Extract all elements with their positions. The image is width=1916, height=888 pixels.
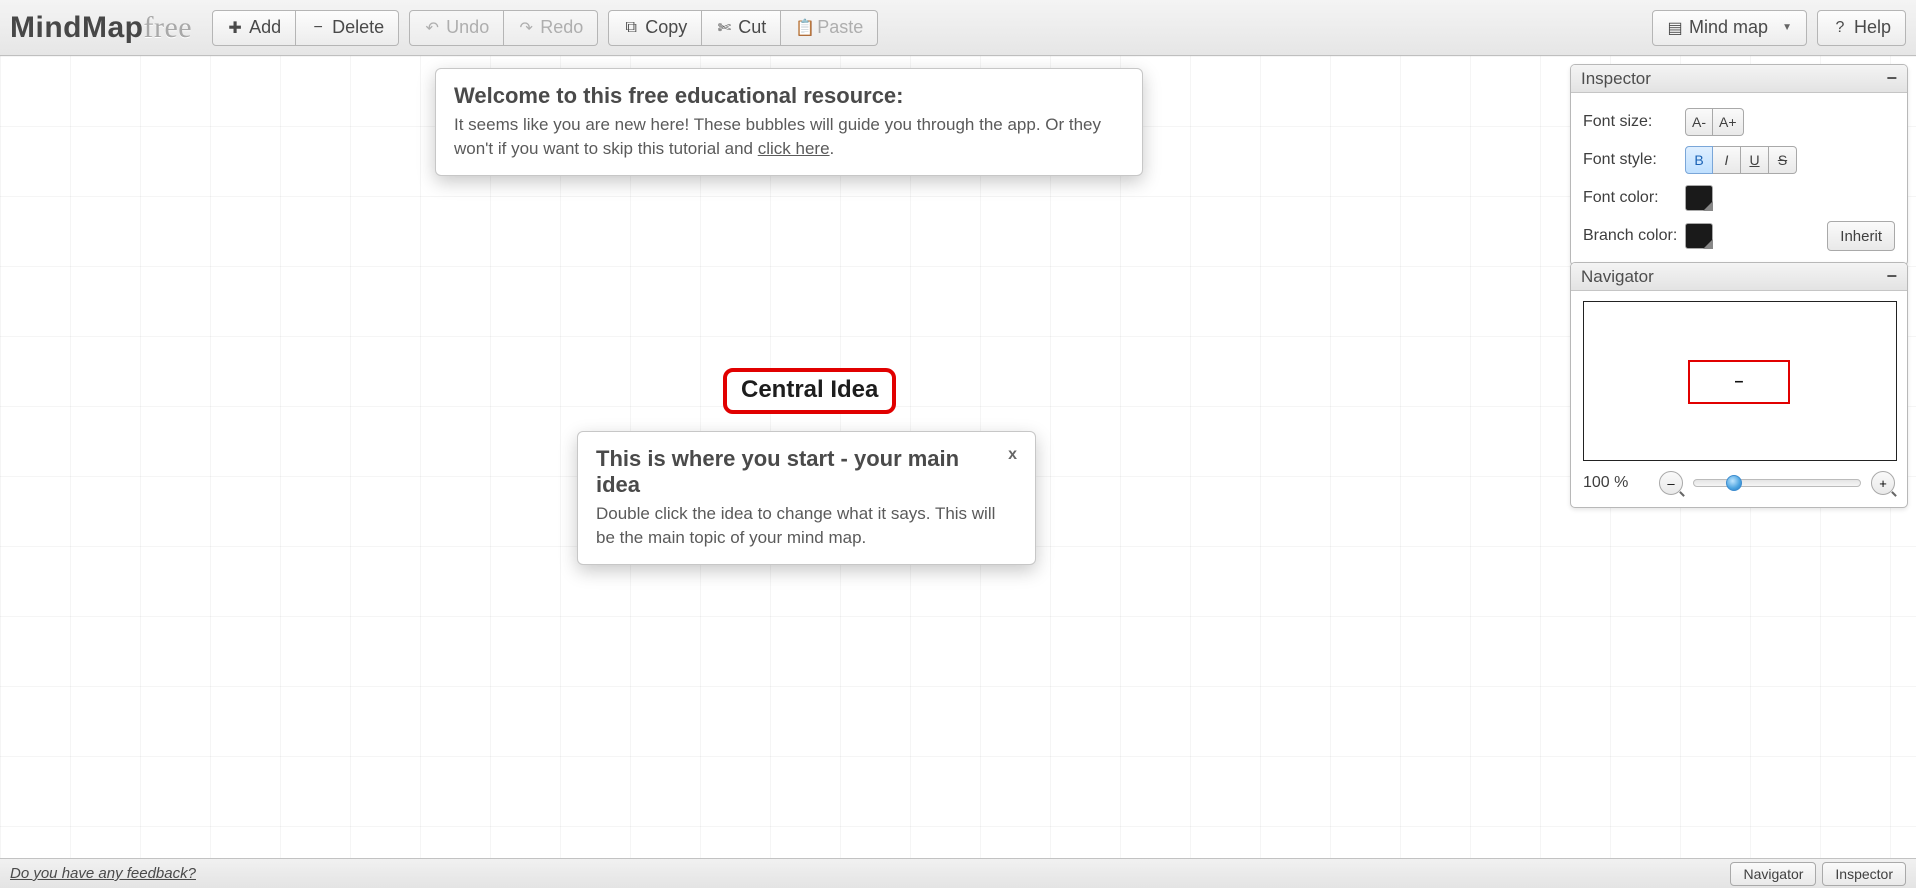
strike-button[interactable]: S	[1769, 146, 1797, 174]
caret-down-icon: ▼	[1782, 22, 1792, 33]
undo-icon: ↶	[424, 18, 440, 38]
zoom-in-button[interactable]: +	[1871, 471, 1895, 495]
plus-icon: ✚	[227, 18, 243, 38]
app-logo: MindMapfree	[10, 11, 192, 45]
cut-button[interactable]: ✄ Cut	[702, 10, 781, 46]
collapse-icon[interactable]: −	[1886, 266, 1897, 287]
mindmap-label: Mind map	[1689, 17, 1768, 38]
help-icon: ?	[1832, 19, 1848, 37]
skip-tutorial-link[interactable]: click here	[758, 139, 830, 158]
footer-inspector-button[interactable]: Inspector	[1822, 862, 1906, 886]
collapse-icon[interactable]: −	[1886, 68, 1897, 89]
cut-icon: ✄	[716, 18, 732, 38]
font-style-label: Font style:	[1583, 151, 1685, 169]
start-body: Double click the idea to change what it …	[596, 502, 1017, 550]
paste-icon: 📋	[795, 18, 811, 38]
close-icon[interactable]: x	[996, 446, 1017, 464]
help-button[interactable]: ? Help	[1817, 10, 1906, 46]
zoom-out-icon: –	[1667, 476, 1674, 491]
feedback-link[interactable]: Do you have any feedback?	[10, 865, 196, 882]
navigator-panel: Navigator − 100 % – +	[1570, 262, 1908, 508]
footer: Do you have any feedback? Navigator Insp…	[0, 858, 1916, 888]
delete-button[interactable]: − Delete	[296, 10, 399, 46]
navigator-header[interactable]: Navigator −	[1571, 263, 1907, 291]
branch-color-swatch[interactable]	[1685, 223, 1713, 249]
navigator-overview[interactable]	[1583, 301, 1897, 461]
font-size-increase-button[interactable]: A+	[1713, 108, 1744, 136]
welcome-body: It seems like you are new here! These bu…	[454, 113, 1124, 161]
italic-button[interactable]: I	[1713, 146, 1741, 174]
inspector-title: Inspector	[1581, 69, 1651, 89]
zoom-in-icon: +	[1879, 476, 1887, 491]
footer-navigator-button[interactable]: Navigator	[1730, 862, 1816, 886]
welcome-bubble: Welcome to this free educational resourc…	[435, 68, 1143, 176]
welcome-title: Welcome to this free educational resourc…	[454, 83, 1124, 109]
inherit-button[interactable]: Inherit	[1827, 221, 1895, 251]
central-idea-label: Central Idea	[741, 376, 878, 403]
bold-button[interactable]: B	[1685, 146, 1713, 174]
central-idea-node[interactable]: Central Idea	[723, 368, 896, 414]
zoom-out-button[interactable]: –	[1659, 471, 1683, 495]
zoom-percentage: 100 %	[1583, 474, 1649, 492]
zoom-slider-thumb[interactable]	[1726, 475, 1742, 491]
minus-icon: −	[310, 19, 326, 37]
start-title: This is where you start - your main idea	[596, 446, 996, 498]
redo-label: Redo	[540, 17, 583, 38]
undo-label: Undo	[446, 17, 489, 38]
font-size-label: Font size:	[1583, 113, 1685, 131]
copy-icon: ⧉	[623, 19, 639, 37]
redo-icon: ↷	[518, 18, 534, 38]
add-label: Add	[249, 17, 281, 38]
cut-label: Cut	[738, 17, 766, 38]
help-label: Help	[1854, 17, 1891, 38]
navigator-viewport[interactable]	[1688, 360, 1790, 404]
inspector-panel: Inspector − Font size: A- A+ Font style:…	[1570, 64, 1908, 266]
add-button[interactable]: ✚ Add	[212, 10, 296, 46]
zoom-slider[interactable]	[1693, 479, 1861, 487]
font-color-label: Font color:	[1583, 189, 1685, 207]
toolbar: MindMapfree ✚ Add − Delete ↶ Undo ↷ Redo…	[0, 0, 1916, 56]
branch-color-label: Branch color:	[1583, 227, 1685, 245]
start-bubble: This is where you start - your main idea…	[577, 431, 1036, 565]
mindmap-menu-button[interactable]: ▤ Mind map ▼	[1652, 10, 1807, 46]
copy-button[interactable]: ⧉ Copy	[608, 10, 702, 46]
redo-button[interactable]: ↷ Redo	[504, 10, 598, 46]
undo-button[interactable]: ↶ Undo	[409, 10, 504, 46]
document-icon: ▤	[1667, 18, 1683, 38]
navigator-title: Navigator	[1581, 267, 1654, 287]
paste-label: Paste	[817, 17, 863, 38]
font-color-swatch[interactable]	[1685, 185, 1713, 211]
copy-label: Copy	[645, 17, 687, 38]
logo-free: free	[143, 11, 192, 44]
font-size-decrease-button[interactable]: A-	[1685, 108, 1713, 136]
paste-button[interactable]: 📋 Paste	[781, 10, 878, 46]
delete-label: Delete	[332, 17, 384, 38]
logo-main: MindMap	[10, 11, 143, 44]
inspector-header[interactable]: Inspector −	[1571, 65, 1907, 93]
canvas[interactable]: Welcome to this free educational resourc…	[0, 56, 1916, 858]
underline-button[interactable]: U	[1741, 146, 1769, 174]
